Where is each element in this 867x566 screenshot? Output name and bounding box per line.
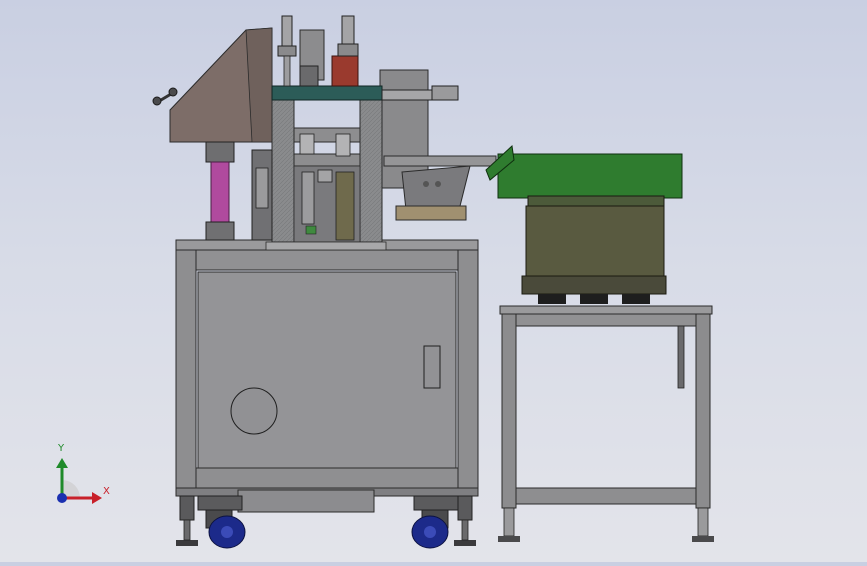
top-cylinder-right <box>337 15 359 57</box>
cabinet-door-panel <box>197 271 457 469</box>
mechanism-base <box>265 241 387 251</box>
upright-right <box>359 99 383 243</box>
cable-port <box>230 387 278 435</box>
hopper-mount <box>205 141 235 163</box>
top-cylinder-left <box>277 15 297 87</box>
main-cabinet <box>175 239 479 513</box>
guide-tube <box>210 161 230 225</box>
x-axis-label: X <box>103 486 110 497</box>
y-axis-label: Y <box>58 443 65 454</box>
cabinet-top-rail <box>195 249 459 271</box>
cabinet-bottom-rail <box>195 467 459 491</box>
assembly-drawing <box>56 15 714 549</box>
bowl-rim <box>497 153 683 199</box>
caster-right <box>411 495 476 549</box>
cabinet-frame-left <box>175 249 197 493</box>
door-handle <box>423 345 441 389</box>
vibratory-bowl <box>485 144 683 304</box>
axis-triad <box>56 458 102 504</box>
caster-left <box>176 495 246 549</box>
bowl-skirt <box>527 195 665 207</box>
upright-left <box>271 99 295 243</box>
drive-block <box>331 55 359 87</box>
table-leg-left <box>501 313 517 509</box>
side-table <box>498 305 714 542</box>
cabinet-frame-right <box>457 249 479 493</box>
under-tray <box>237 489 375 513</box>
z-axis-icon <box>57 493 67 503</box>
bowl-body <box>525 205 665 279</box>
top-plate <box>271 85 383 101</box>
table-leg-right <box>695 313 711 509</box>
cad-viewport[interactable]: X Y <box>0 0 867 562</box>
adjust-knob-icon <box>152 87 178 106</box>
bowl-base <box>521 275 667 295</box>
table-top <box>499 305 713 315</box>
